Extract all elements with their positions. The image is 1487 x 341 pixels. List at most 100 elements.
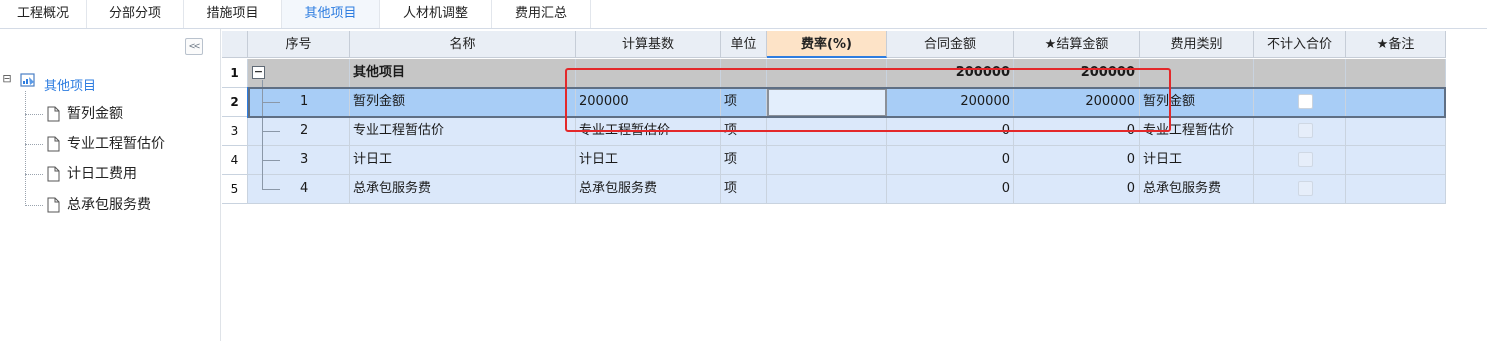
- collapse-toggle-icon[interactable]: −: [252, 66, 265, 79]
- remark-cell[interactable]: [1346, 146, 1446, 175]
- settlement-amount-cell[interactable]: 0: [1014, 146, 1140, 175]
- unit-cell[interactable]: 项: [721, 88, 767, 117]
- table-row-group[interactable]: 1 − 其他项目 200000 200000: [222, 59, 1446, 88]
- base-cell[interactable]: 总承包服务费: [576, 175, 721, 204]
- rate-cell[interactable]: [767, 175, 887, 204]
- column-header-remark[interactable]: ★备注: [1346, 31, 1446, 58]
- document-icon: [47, 197, 60, 213]
- tree-item-label: 总承包服务费: [67, 197, 151, 213]
- unit-cell[interactable]: 项: [721, 146, 767, 175]
- row-number: 1: [222, 59, 248, 88]
- tree-root-other-items[interactable]: 其他项目: [44, 75, 96, 94]
- tree-connector: [25, 174, 43, 175]
- settlement-amount-cell[interactable]: 0: [1014, 117, 1140, 146]
- exclude-checkbox[interactable]: [1298, 152, 1313, 167]
- column-header-name[interactable]: 名称: [350, 31, 576, 58]
- tab-fee-summary[interactable]: 费用汇总: [492, 0, 591, 28]
- rate-cell[interactable]: [767, 117, 887, 146]
- remark-cell[interactable]: [1346, 117, 1446, 146]
- hierarchy-connector: [262, 102, 280, 103]
- exclude-cell: [1254, 146, 1346, 175]
- document-icon: [47, 166, 60, 182]
- fee-category-cell[interactable]: 计日工: [1140, 146, 1254, 175]
- table-row[interactable]: 4 3 计日工 计日工 项 0 0 计日工: [222, 146, 1446, 175]
- settlement-amount-cell[interactable]: 200000: [1014, 88, 1140, 117]
- base-cell[interactable]: 计日工: [576, 146, 721, 175]
- name-cell[interactable]: 专业工程暂估价: [350, 117, 576, 146]
- tree-connector: [25, 114, 43, 115]
- base-cell[interactable]: 专业工程暂估价: [576, 117, 721, 146]
- hierarchy-connector: [262, 189, 280, 190]
- contract-amount-cell[interactable]: 200000: [887, 88, 1014, 117]
- tab-divisional-items[interactable]: 分部分项: [87, 0, 184, 28]
- rate-cell[interactable]: [767, 146, 887, 175]
- tree-item-label: 暂列金额: [67, 106, 123, 122]
- fee-category-cell[interactable]: 总承包服务费: [1140, 175, 1254, 204]
- folder-chart-icon: [20, 73, 35, 87]
- remark-cell[interactable]: [1346, 59, 1446, 88]
- document-icon: [47, 136, 60, 152]
- contract-amount-cell[interactable]: 200000: [887, 59, 1014, 88]
- settlement-amount-cell[interactable]: 0: [1014, 175, 1140, 204]
- table-row[interactable]: 3 2 专业工程暂估价 专业工程暂估价 项 0 0 专业工程暂估价: [222, 117, 1446, 146]
- hierarchy-connector: [262, 131, 280, 132]
- fee-category-cell[interactable]: 专业工程暂估价: [1140, 117, 1254, 146]
- contract-amount-cell[interactable]: 0: [887, 146, 1014, 175]
- exclude-cell: [1254, 175, 1346, 204]
- tree-connector: [25, 91, 26, 206]
- hierarchy-connector: [262, 160, 280, 161]
- column-header-base[interactable]: 计算基数: [576, 31, 721, 58]
- tree-expand-toggle[interactable]: ⊟: [2, 73, 12, 84]
- document-icon: [47, 106, 60, 122]
- fee-category-cell[interactable]: 暂列金额: [1140, 88, 1254, 117]
- column-header-exclude[interactable]: 不计入合价: [1254, 31, 1346, 58]
- row-number: 3: [222, 117, 248, 146]
- column-header-fee-category[interactable]: 费用类别: [1140, 31, 1254, 58]
- unit-cell[interactable]: [721, 59, 767, 88]
- tab-bar: 工程概况 分部分项 措施项目 其他项目 人材机调整 费用汇总: [0, 0, 1487, 29]
- tab-material-adjust[interactable]: 人材机调整: [380, 0, 492, 28]
- unit-cell[interactable]: 项: [721, 175, 767, 204]
- row-number: 2: [222, 88, 248, 117]
- unit-cell[interactable]: 项: [721, 117, 767, 146]
- exclude-cell: [1254, 59, 1346, 88]
- column-header-settlement-amount[interactable]: ★结算金额: [1014, 31, 1140, 58]
- other-items-table: 序号 名称 计算基数 单位 费率(%) 合同金额 ★结算金额 费用类别 不计入合…: [222, 31, 1446, 204]
- remark-cell[interactable]: [1346, 88, 1446, 117]
- tab-other-items[interactable]: 其他项目: [282, 0, 380, 28]
- fee-category-cell[interactable]: [1140, 59, 1254, 88]
- exclude-cell: [1254, 88, 1346, 117]
- exclude-checkbox[interactable]: [1298, 123, 1313, 138]
- collapse-panel-button[interactable]: <<: [185, 38, 203, 55]
- seq-cell[interactable]: −: [248, 59, 350, 88]
- name-cell[interactable]: 总承包服务费: [350, 175, 576, 204]
- exclude-checkbox[interactable]: [1298, 181, 1313, 196]
- exclude-cell: [1254, 117, 1346, 146]
- header-corner: [222, 31, 248, 58]
- tree-connector: [25, 205, 43, 206]
- name-cell[interactable]: 暂列金额: [350, 88, 576, 117]
- selection-indicator: [247, 87, 250, 118]
- contract-amount-cell[interactable]: 0: [887, 175, 1014, 204]
- name-cell[interactable]: 计日工: [350, 146, 576, 175]
- column-header-seq[interactable]: 序号: [248, 31, 350, 58]
- base-cell[interactable]: [576, 59, 721, 88]
- name-cell[interactable]: 其他项目: [350, 59, 576, 88]
- tab-project-overview[interactable]: 工程概况: [0, 0, 87, 28]
- contract-amount-cell[interactable]: 0: [887, 117, 1014, 146]
- table-row[interactable]: 5 4 总承包服务费 总承包服务费 项 0 0 总承包服务费: [222, 175, 1446, 204]
- rate-input-cell[interactable]: [767, 88, 887, 117]
- exclude-checkbox[interactable]: [1298, 94, 1313, 109]
- settlement-amount-cell[interactable]: 200000: [1014, 59, 1140, 88]
- remark-cell[interactable]: [1346, 175, 1446, 204]
- table-row-selected[interactable]: 2 1 暂列金额 200000 项 200000 200000 暂列金额: [222, 88, 1446, 117]
- rate-cell[interactable]: [767, 59, 887, 88]
- base-cell[interactable]: 200000: [576, 88, 721, 117]
- tree-item-label: 专业工程暂估价: [67, 136, 165, 152]
- column-header-rate[interactable]: 费率(%): [767, 31, 887, 58]
- row-number: 4: [222, 146, 248, 175]
- column-header-unit[interactable]: 单位: [721, 31, 767, 58]
- column-header-contract-amount[interactable]: 合同金额: [887, 31, 1014, 58]
- hierarchy-connector: [262, 80, 263, 189]
- tab-measures[interactable]: 措施项目: [184, 0, 282, 28]
